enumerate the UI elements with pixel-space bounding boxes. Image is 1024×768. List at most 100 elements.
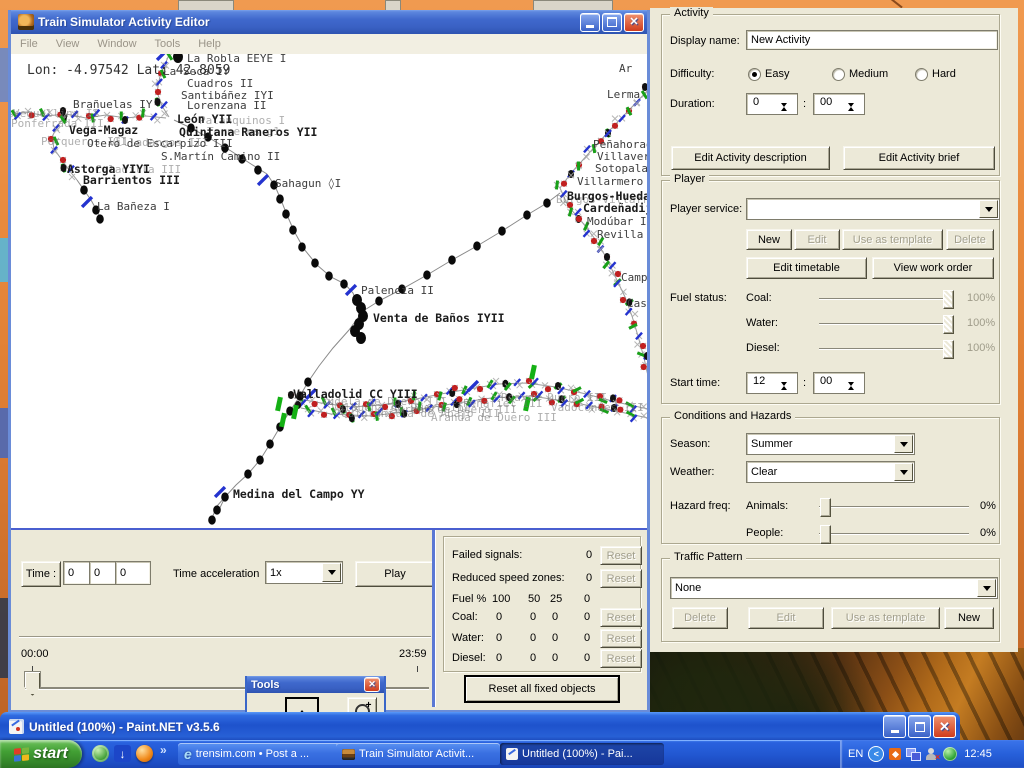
menu-file[interactable]: File	[11, 38, 47, 50]
minimize-button[interactable]	[883, 715, 906, 738]
map-node-dot	[213, 505, 221, 514]
route-map[interactable]: Veguellina IIPonferrada IIIPorqueros III…	[11, 54, 647, 530]
reset-failed-signals-button[interactable]: Reset	[600, 546, 642, 565]
animals-slider-track	[819, 506, 969, 507]
quick-launch-download-icon[interactable]: ↓	[114, 745, 131, 762]
traffic-use-as-template-button[interactable]: Use as template	[831, 607, 940, 629]
people-slider-thumb[interactable]	[820, 525, 831, 544]
language-indicator[interactable]: EN	[848, 748, 863, 760]
season-select[interactable]: Summer	[746, 433, 915, 455]
start-minutes-value: 00	[820, 375, 832, 387]
player-edit-button[interactable]: Edit	[794, 229, 840, 250]
map-station-label: Lerma	[607, 88, 640, 101]
taskbar-item-trensim[interactable]: e trensim.com • Post a ...	[178, 743, 342, 765]
activity-settings-panel: Activity Display name: New Activity Diff…	[650, 8, 1018, 652]
editor-title-bar[interactable]: Train Simulator Activity Editor ✕	[11, 10, 647, 34]
menu-window[interactable]: Window	[88, 38, 145, 50]
coal-slider-thumb[interactable]	[943, 290, 954, 309]
dropdown-button[interactable]	[979, 200, 998, 218]
difficulty-medium-radio[interactable]	[832, 68, 845, 81]
menu-help[interactable]: Help	[189, 38, 230, 50]
duration-hours-spinner[interactable]: 0	[746, 93, 798, 115]
tray-chevron-icon[interactable]: <	[868, 746, 884, 762]
water-row-label: Water:	[452, 632, 484, 644]
tools-close-button[interactable]: ✕	[364, 677, 380, 692]
paintdotnet-title-bar[interactable]: Untitled (100%) - Paint.NET v3.5.6 ✕	[0, 712, 960, 741]
difficulty-hard-label[interactable]: Hard	[932, 68, 956, 80]
close-button[interactable]: ✕	[933, 715, 956, 738]
map-signal-marker	[620, 297, 626, 303]
edit-timetable-button[interactable]: Edit timetable	[746, 257, 867, 279]
reset-water-button[interactable]: Reset	[600, 629, 642, 648]
play-button[interactable]: Play	[355, 561, 435, 587]
start-minutes-spinner[interactable]: 00	[813, 372, 865, 394]
route-map-svg: Veguellina IIPonferrada IIIPorqueros III…	[11, 54, 647, 528]
menu-tools[interactable]: Tools	[146, 38, 190, 50]
spin-down-button[interactable]	[781, 107, 796, 119]
duration-minutes-spinner[interactable]: 00	[813, 93, 865, 115]
close-button[interactable]: ✕	[624, 13, 644, 32]
tray-clock[interactable]: 12:45	[964, 748, 992, 760]
map-station-label: Barrientos III	[83, 173, 180, 187]
player-delete-button[interactable]: Delete	[946, 229, 994, 250]
minimize-button[interactable]	[580, 13, 600, 32]
quick-launch-green-icon[interactable]	[92, 745, 109, 762]
tray-user-offline-icon[interactable]: ×	[925, 748, 938, 761]
dropdown-button[interactable]	[894, 463, 913, 481]
close-icon: ✕	[629, 17, 638, 28]
dropdown-button[interactable]	[977, 579, 996, 597]
maximize-button[interactable]	[908, 715, 931, 738]
difficulty-easy-radio[interactable]	[748, 68, 761, 81]
taskbar-item-paintdotnet[interactable]: Untitled (100%) - Pai...	[500, 743, 664, 765]
edit-description-label: Edit Activity description	[694, 152, 807, 164]
dropdown-button[interactable]	[322, 563, 341, 582]
spin-down-button[interactable]	[781, 386, 796, 398]
diesel-slider-thumb[interactable]	[943, 340, 954, 359]
map-decor	[584, 154, 590, 160]
player-service-select[interactable]	[746, 198, 1000, 220]
traffic-pattern-select[interactable]: None	[670, 577, 998, 599]
reset-reduced-speed-button[interactable]: Reset	[600, 569, 642, 588]
start-hours-spinner[interactable]: 12	[746, 372, 798, 394]
dropdown-button[interactable]	[894, 435, 913, 453]
quick-launch-orange-icon[interactable]	[136, 745, 153, 762]
weather-select[interactable]: Clear	[746, 461, 915, 483]
reduced-speed-label: Reduced speed zones:	[452, 572, 565, 584]
minimize-icon	[891, 730, 899, 733]
reset-all-fixed-objects-button[interactable]: Reset all fixed objects	[465, 676, 619, 702]
paint-dot-net-icon	[506, 748, 518, 760]
maximize-button[interactable]	[602, 13, 622, 32]
taskbar-item-train-simulator[interactable]: Train Simulator Activit...	[336, 743, 500, 765]
time-seconds-field[interactable]: 0	[115, 561, 151, 585]
timeline-thumb[interactable]	[24, 671, 41, 696]
animals-slider-thumb[interactable]	[820, 498, 831, 517]
edit-activity-brief-button[interactable]: Edit Activity brief	[843, 146, 995, 170]
traffic-new-button[interactable]: New	[944, 607, 994, 629]
water-value: 0	[552, 632, 558, 644]
difficulty-medium-label[interactable]: Medium	[849, 68, 888, 80]
difficulty-easy-label[interactable]: Easy	[765, 68, 789, 80]
spin-down-button[interactable]	[848, 107, 863, 119]
traffic-edit-button[interactable]: Edit	[748, 607, 824, 629]
view-work-order-label: View work order	[894, 262, 973, 274]
display-name-input[interactable]: New Activity	[746, 30, 998, 50]
conditions-legend: Conditions and Hazards	[670, 410, 795, 422]
tools-title-bar[interactable]: Tools ✕	[247, 676, 384, 693]
edit-activity-description-button[interactable]: Edit Activity description	[671, 146, 830, 170]
start-button[interactable]: start	[0, 740, 82, 768]
tray-network-icon[interactable]	[906, 748, 920, 760]
tray-orange-app-icon[interactable]	[889, 748, 901, 760]
quick-launch-overflow-chevron[interactable]: »	[160, 743, 167, 757]
reset-coal-button[interactable]: Reset	[600, 608, 642, 627]
menu-view[interactable]: View	[47, 38, 89, 50]
difficulty-hard-radio[interactable]	[915, 68, 928, 81]
time-acceleration-select[interactable]: 1x	[265, 561, 343, 584]
player-new-button[interactable]: New	[746, 229, 792, 250]
reset-diesel-button[interactable]: Reset	[600, 649, 642, 668]
player-use-as-template-button[interactable]: Use as template	[842, 229, 943, 250]
tray-green-app-icon[interactable]	[943, 747, 957, 761]
view-work-order-button[interactable]: View work order	[872, 257, 994, 279]
spin-down-button[interactable]	[848, 386, 863, 398]
water-slider-thumb[interactable]	[943, 315, 954, 334]
traffic-delete-button[interactable]: Delete	[672, 607, 728, 629]
